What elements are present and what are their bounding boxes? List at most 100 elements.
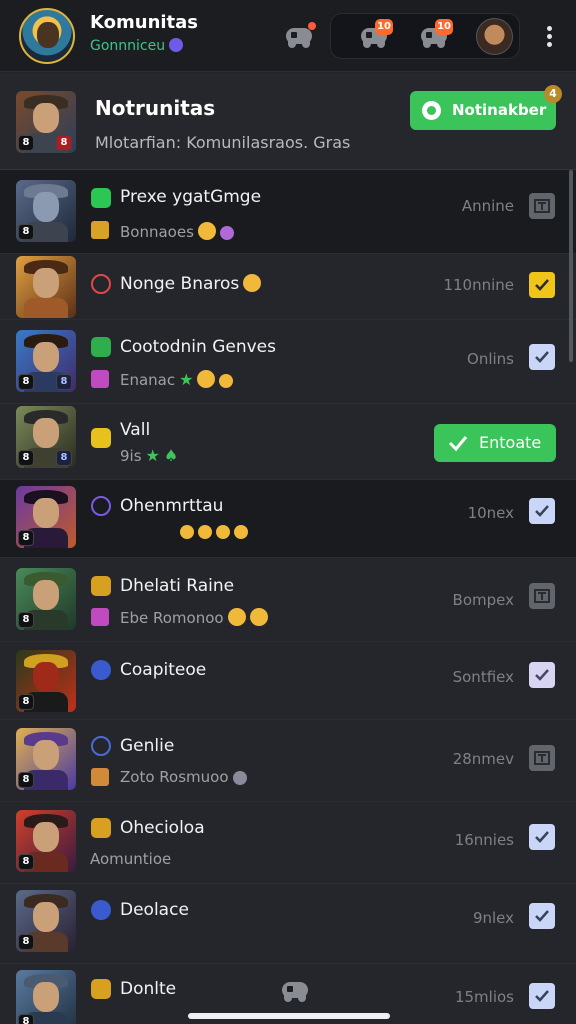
level-badge: 8 [18, 135, 34, 151]
row-checkbox[interactable] [529, 662, 555, 688]
row-checkbox[interactable] [529, 272, 555, 298]
top-bar: Komunitas Gonnniceu 10 10 [0, 0, 576, 72]
level-badge: 8 [56, 450, 72, 466]
enter-button-label: Entoate [479, 433, 542, 452]
row-title-text: Nonge Bnaros [120, 274, 240, 294]
clock-icon [91, 496, 111, 516]
row-subtitle-text: Ebe Romonoo [120, 609, 224, 627]
level-badge: 8 [56, 374, 72, 390]
game-thumbnail: 8 [16, 890, 76, 952]
unread-dot [308, 22, 316, 30]
community-avatar[interactable] [19, 8, 75, 64]
row-checkbox[interactable] [529, 583, 555, 609]
row-status: Annine [461, 197, 514, 215]
game-thumbnail: 88 [16, 406, 76, 468]
emoji-icon [219, 374, 234, 388]
row-checkbox[interactable] [529, 498, 555, 524]
row-status: 16nnies [454, 831, 514, 849]
globe-icon [91, 900, 111, 920]
gamepad-icon[interactable] [286, 22, 316, 48]
row-checkbox[interactable] [529, 193, 555, 219]
game-thumbnail: 8 [16, 650, 76, 712]
tag-icon [91, 608, 109, 626]
status-dot-icon [169, 38, 184, 52]
chat-icon [91, 188, 111, 208]
emoji-icon [249, 608, 268, 626]
game-thumbnail: 8 [16, 180, 76, 242]
row-status: Sontfiex [452, 668, 514, 686]
row-title: Dhelati Raine [120, 576, 235, 596]
row-checkbox[interactable] [529, 983, 555, 1009]
star-icon: ♠ [163, 446, 179, 465]
row-subtitle: Enanac ★ [120, 370, 234, 389]
emoji-icon [234, 525, 248, 539]
user-avatar[interactable] [476, 18, 513, 55]
join-button[interactable]: Notinakber 4 [410, 85, 562, 130]
row-subtitle: Bonnaoes [120, 222, 234, 241]
grid-icon [91, 818, 111, 838]
chat-icon [422, 101, 441, 120]
scrollbar[interactable] [569, 170, 573, 362]
level-badge: 8 [18, 772, 34, 788]
level-badge: 8 [18, 450, 34, 466]
game-thumbnail: 88 [16, 330, 76, 392]
row-checkbox[interactable] [529, 745, 555, 771]
emoji-icon [227, 608, 246, 626]
level-badge: 8 [18, 854, 34, 870]
row-subtitle: Aomuntioe [90, 850, 172, 868]
emoji-icon [243, 274, 262, 292]
row-checkbox[interactable] [529, 903, 555, 929]
globe-icon [91, 660, 111, 680]
gamepad-icon[interactable]: 10 [421, 19, 453, 48]
game-thumbnail: 8 [16, 486, 76, 548]
row-title: Deolace [120, 900, 189, 920]
grid-icon [91, 576, 111, 596]
row-checkbox[interactable] [529, 824, 555, 850]
row-status: 10nex [467, 504, 514, 522]
notification-badge: 10 [375, 19, 393, 35]
enter-button[interactable]: Entoate [434, 424, 556, 462]
row-checkbox[interactable] [529, 344, 555, 370]
emoji-icon [232, 771, 247, 785]
row-title: Donlte [120, 979, 177, 999]
game-thumbnail: 8 [16, 970, 76, 1024]
compass-icon [91, 736, 111, 756]
emoji-icon [198, 525, 212, 539]
emoji-icon [197, 222, 216, 240]
row-subtitle-text: Zoto Rosmuoo [120, 768, 229, 786]
pencil-icon [91, 428, 111, 448]
star-icon: ★ [179, 370, 194, 389]
row-status: 15mlios [454, 988, 514, 1006]
app-subtitle-text: Gonnniceu [90, 38, 166, 54]
more-options-icon[interactable] [544, 24, 554, 50]
row-status: 28nmev [452, 750, 514, 768]
quick-actions: 10 10 [330, 13, 520, 59]
row-title: Vall [120, 420, 151, 440]
level-badge: 8 [18, 530, 34, 546]
checkbox-icon [91, 337, 111, 357]
row-title: Genlie [120, 736, 175, 756]
trophy-icon [91, 221, 109, 239]
tag-icon [91, 370, 109, 388]
emoji-icon [216, 525, 230, 539]
emoji-icon [180, 525, 194, 539]
emoji-icon [219, 226, 234, 240]
level-badge: 8 [18, 224, 34, 240]
game-thumbnail: 8 [16, 728, 76, 790]
row-subtitle: Zoto Rosmuoo [120, 768, 247, 786]
row-status: Bompex [452, 591, 514, 609]
home-indicator[interactable] [188, 1013, 390, 1019]
game-thumbnail: 8 [16, 568, 76, 630]
row-title: Nonge Bnaros [120, 274, 262, 294]
community-thumbnail: 8 8 [16, 91, 76, 153]
star-icon: ★ [145, 446, 160, 465]
level-badge: 8 [56, 135, 72, 151]
row-status: 110nnine [443, 276, 514, 294]
row-title: Ohecioloa [120, 818, 205, 838]
level-badge: 8 [18, 1014, 34, 1024]
gamepad-icon[interactable]: 10 [361, 19, 393, 48]
count-badge: 4 [544, 85, 562, 103]
app-subtitle: Gonnniceu [90, 38, 184, 54]
row-status: 9nlex [472, 909, 514, 927]
notification-badge: 10 [435, 19, 453, 35]
